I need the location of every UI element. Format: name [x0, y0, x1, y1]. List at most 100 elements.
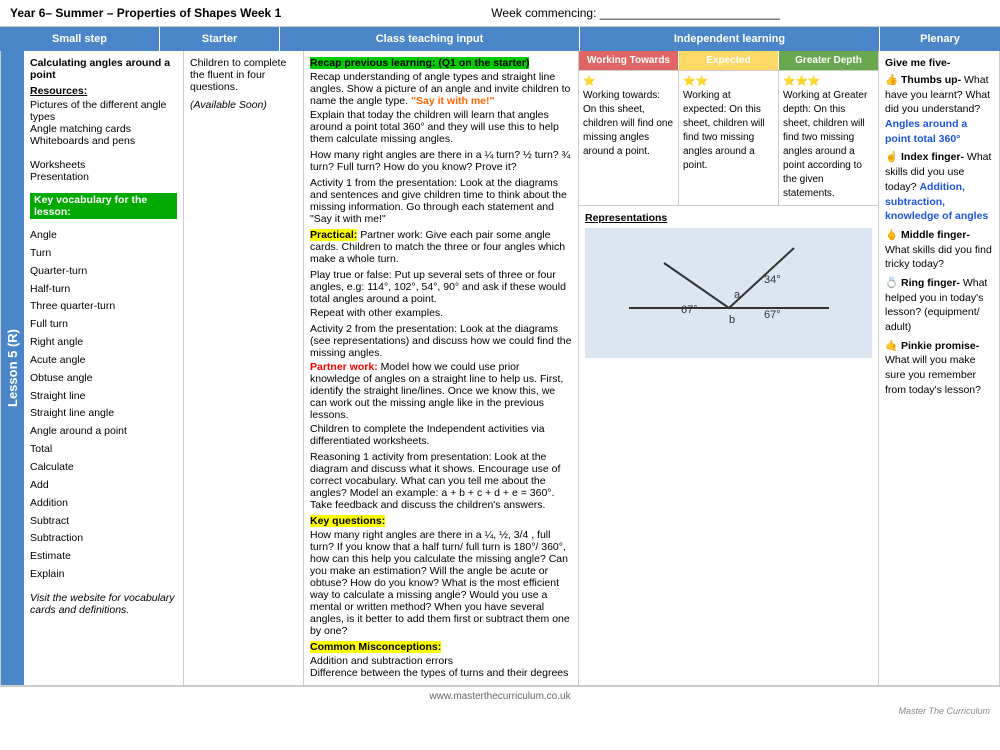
- working-towards-text: Working towards: On this sheet, children…: [583, 89, 674, 159]
- expected-header: Expected: [679, 51, 779, 70]
- angle-diagram: 34° a 67° b 67°: [585, 228, 872, 358]
- vocab-item: Angle: [30, 227, 177, 245]
- svg-text:a: a: [734, 289, 741, 301]
- practical-highlight: Practical:: [310, 229, 357, 241]
- plenary-intro: Give me five-: [885, 57, 993, 69]
- vocab-list: AngleTurnQuarter-turnHalf-turnThree quar…: [30, 227, 177, 584]
- vocab-item: Straight line angle: [30, 405, 177, 423]
- angle-svg: 34° a 67° b 67°: [619, 233, 839, 353]
- key-questions-text: How many right angles are there in a ¼, …: [310, 529, 572, 637]
- vocab-item: Acute angle: [30, 352, 177, 370]
- vocab-item: Full turn: [30, 316, 177, 334]
- header-center: Week commencing: _______________________…: [281, 6, 990, 20]
- vocab-item: Explain: [30, 566, 177, 584]
- footer-url: www.masterthecurriculum.co.uk: [429, 691, 570, 702]
- children-complete: Children to complete the Independent act…: [310, 423, 572, 447]
- greater-depth-text: Working at Greater depth: On this sheet,…: [783, 89, 874, 201]
- vocab-item: Subtract: [30, 513, 177, 531]
- vocab-item: Add: [30, 477, 177, 495]
- watermark: Master The Curriculum: [0, 706, 1000, 716]
- working-towards-cell: ⭐ Working towards: On this sheet, childr…: [579, 71, 679, 205]
- resources-label: Resources:: [30, 85, 177, 97]
- vocab-item: Subtraction: [30, 530, 177, 548]
- expected-stars: ⭐⭐: [683, 75, 774, 89]
- explain-text: Explain that today the children will lea…: [310, 109, 572, 145]
- plenary-highlight: Angles around a point total 360°: [885, 118, 967, 145]
- column-headers: Small step Starter Class teaching input …: [0, 27, 1000, 51]
- svg-text:67°: 67°: [681, 304, 698, 316]
- recap-body: Recap understanding of angle types and s…: [310, 71, 572, 107]
- starter-text: Children to complete the fluent in four …: [190, 57, 297, 93]
- reasoning-text: Reasoning 1 activity from presentation: …: [310, 451, 572, 511]
- partner-work2-highlight: Partner work:: [310, 361, 378, 373]
- lesson-label: Lesson 5 (R): [1, 51, 24, 685]
- independent-cells: ⭐ Working towards: On this sheet, childr…: [579, 70, 878, 205]
- play-true-text: Play true or false: Put up several sets …: [310, 269, 572, 305]
- plenary-items: 👍 Thumbs up- What have you learnt? What …: [885, 73, 993, 397]
- small-step-title: Calculating angles around a point: [30, 57, 177, 81]
- misconceptions-highlight: Common Misconceptions:: [310, 641, 441, 653]
- starter-column: Children to complete the fluent in four …: [184, 51, 304, 685]
- vocab-item: Obtuse angle: [30, 370, 177, 388]
- key-questions-highlight: Key questions:: [310, 515, 385, 527]
- plenary-item: 👍 Thumbs up- What have you learnt? What …: [885, 73, 993, 146]
- plenary-icon: 🤙: [885, 340, 898, 352]
- vocab-item: Estimate: [30, 548, 177, 566]
- svg-text:34°: 34°: [764, 274, 781, 286]
- small-step-column: Calculating angles around a point Resour…: [24, 51, 184, 685]
- vocab-item: Right angle: [30, 334, 177, 352]
- watermark-text: Master The Curriculum: [898, 706, 990, 716]
- vocab-item: Turn: [30, 245, 177, 263]
- header-left: Year 6– Summer – Properties of Shapes We…: [10, 6, 281, 20]
- independent-column: Working Towards Expected Greater Depth ⭐…: [579, 51, 879, 685]
- footer: www.masterthecurriculum.co.uk: [0, 686, 1000, 706]
- page-header: Year 6– Summer – Properties of Shapes We…: [0, 0, 1000, 27]
- say-it-highlight: "Say it with me!": [411, 95, 494, 107]
- partner-work2-line: Partner work: Model how we could use pri…: [310, 361, 572, 421]
- plenary-item: 🖕 Middle finger- What skills did you fin…: [885, 228, 993, 272]
- svg-text:b: b: [729, 314, 735, 326]
- greater-depth-header: Greater Depth: [779, 51, 878, 70]
- key-questions-line: Key questions:: [310, 515, 572, 527]
- recap-highlight-text: Recap previous learning: (Q1 on the star…: [310, 57, 529, 69]
- svg-text:67°: 67°: [764, 309, 781, 321]
- plenary-icon: 👍: [885, 74, 898, 86]
- col-header-independent: Independent learning: [580, 27, 880, 51]
- activity2-text: Activity 2 from the presentation: Look a…: [310, 323, 572, 359]
- working-towards-stars: ⭐: [583, 75, 674, 89]
- vocab-item: Three quarter-turn: [30, 298, 177, 316]
- misconceptions-line: Common Misconceptions:: [310, 641, 572, 653]
- col-header-starter: Starter: [160, 27, 280, 51]
- website-note: Visit the website for vocabulary cards a…: [30, 592, 177, 616]
- vocab-item: Addition: [30, 495, 177, 513]
- col-header-small-step: Small step: [0, 27, 160, 51]
- key-vocab-box: Key vocabulary for the lesson:: [30, 193, 177, 219]
- representations-label: Representations: [585, 212, 872, 224]
- plenary-icon: 💍: [885, 277, 898, 289]
- independent-sub-headers: Working Towards Expected Greater Depth: [579, 51, 878, 70]
- plenary-highlight: Addition, subtraction, knowledge of angl…: [885, 181, 988, 222]
- working-towards-header: Working Towards: [579, 51, 679, 70]
- plenary-item: ☝️ Index finger- What skills did you use…: [885, 150, 993, 223]
- greater-depth-stars: ⭐⭐⭐: [783, 75, 874, 89]
- plenary-column: Give me five- 👍 Thumbs up- What have you…: [879, 51, 999, 685]
- col-header-class-teaching: Class teaching input: [280, 27, 580, 51]
- misconceptions-text: Addition and subtraction errors Differen…: [310, 655, 572, 679]
- vocab-item: Half-turn: [30, 281, 177, 299]
- vocab-item: Quarter-turn: [30, 263, 177, 281]
- main-content: Lesson 5 (R) Calculating angles around a…: [0, 51, 1000, 686]
- vocab-item: Total: [30, 441, 177, 459]
- representations-section: Representations 34° a 67° b: [579, 205, 878, 364]
- expected-text: Working at expected: On this sheet, chil…: [683, 89, 774, 173]
- vocab-item: Calculate: [30, 459, 177, 477]
- vocab-item: Straight line: [30, 388, 177, 406]
- activity1-text: Activity 1 from the presentation: Look a…: [310, 177, 572, 225]
- greater-depth-cell: ⭐⭐⭐ Working at Greater depth: On this sh…: [779, 71, 878, 205]
- starter-available: (Available Soon): [190, 99, 297, 111]
- repeat-text: Repeat with other examples.: [310, 307, 572, 319]
- recap-highlight: Recap previous learning: (Q1 on the star…: [310, 57, 572, 69]
- plenary-item: 💍 Ring finger- What helped you in today'…: [885, 276, 993, 335]
- practical-line: Practical: Partner work: Give each pair …: [310, 229, 572, 265]
- class-teaching-column: Recap previous learning: (Q1 on the star…: [304, 51, 579, 685]
- col-header-plenary: Plenary: [880, 27, 1000, 51]
